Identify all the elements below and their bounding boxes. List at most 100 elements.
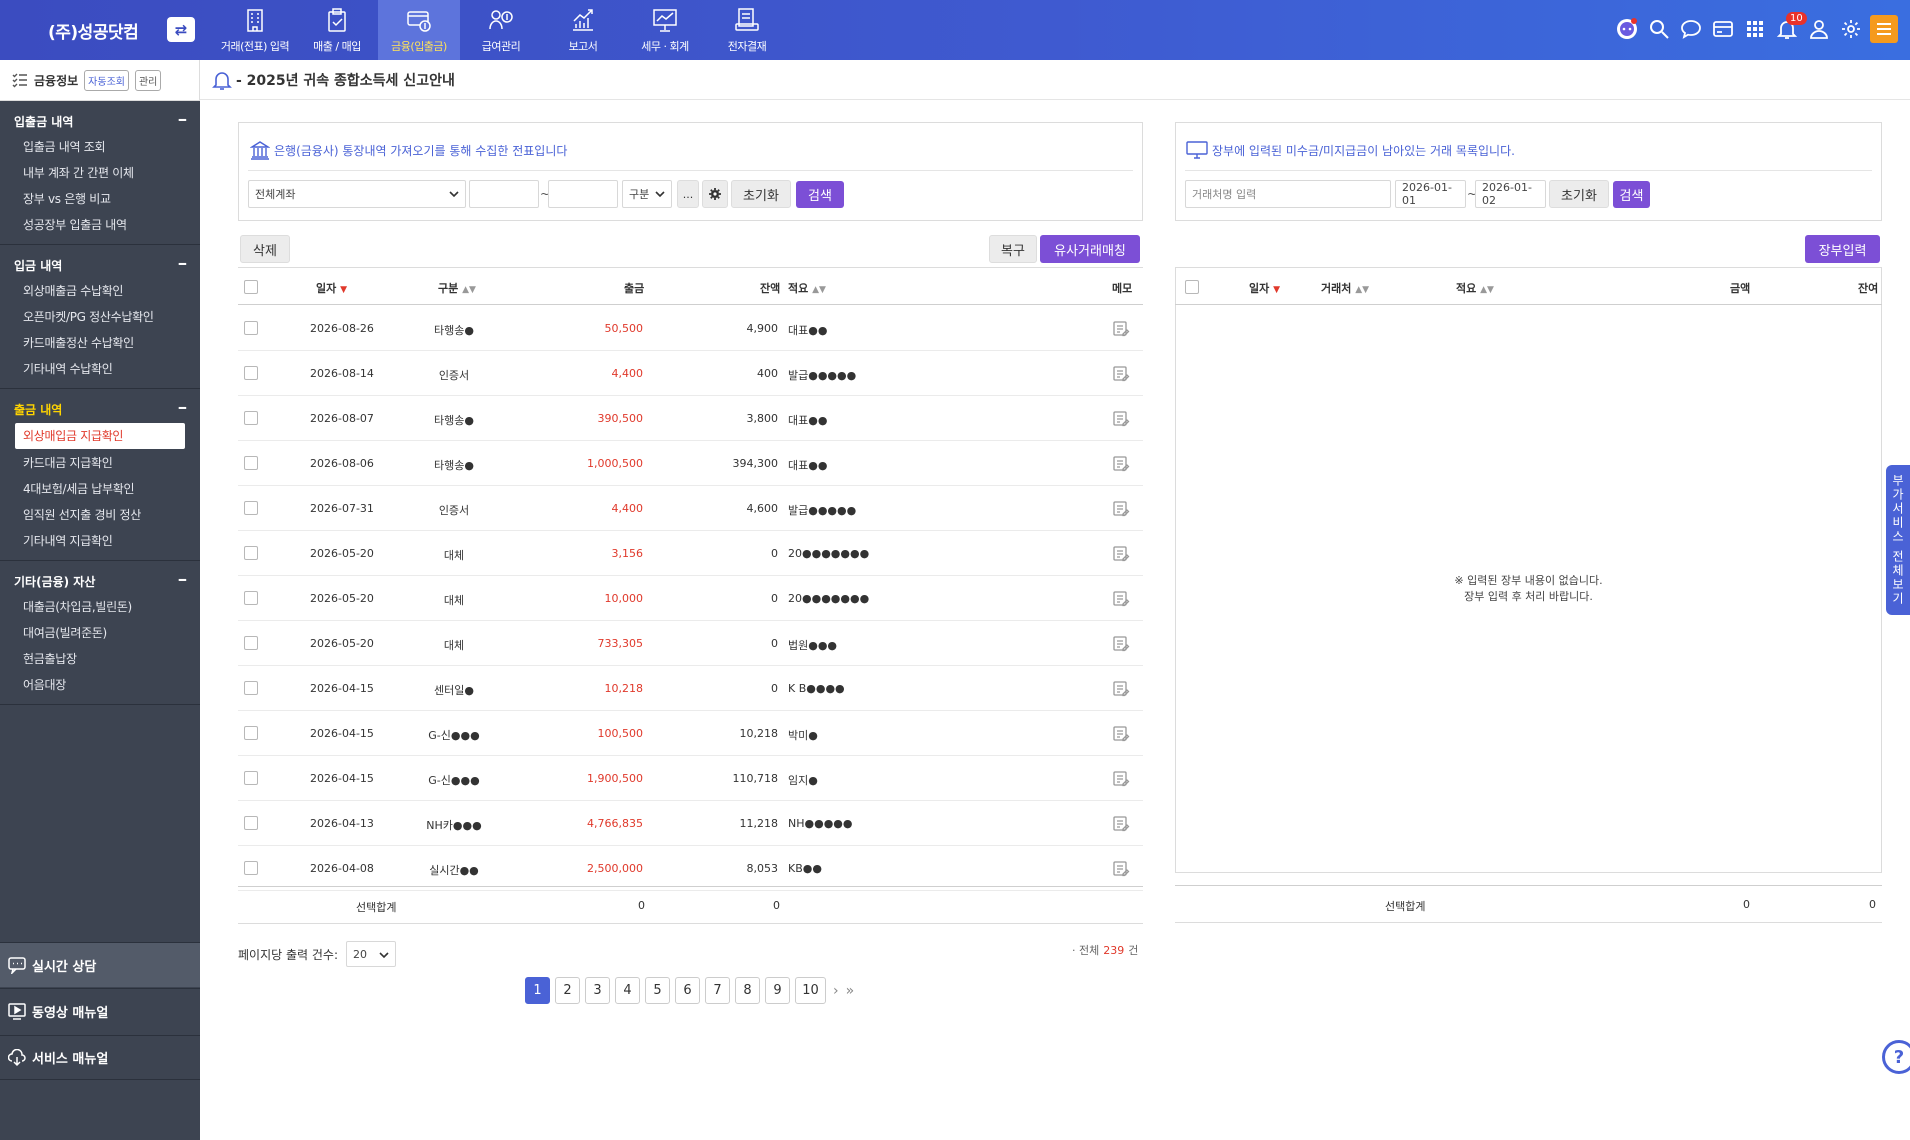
date-from-input[interactable]: 2026-01-01 [1395, 180, 1466, 208]
memo-icon[interactable] [1112, 770, 1130, 788]
sidebar-item[interactable]: 대출금(차입금,빌린돈) [0, 594, 200, 620]
page-7[interactable]: 7 [705, 977, 730, 1004]
memo-icon[interactable] [1112, 860, 1130, 878]
restore-button[interactable]: 복구 [989, 235, 1037, 263]
row-checkbox[interactable] [244, 321, 258, 335]
company-name[interactable]: (주)성공닷컴 [48, 18, 139, 43]
settings-button[interactable] [702, 180, 728, 208]
page-3[interactable]: 3 [585, 977, 610, 1004]
sidebar-item[interactable]: 카드대금 지급확인 [0, 450, 200, 476]
table-row[interactable]: 2026-04-15 G-신●●● 100,500 10,218 박미● [238, 711, 1143, 756]
similar-match-button[interactable]: 유사거래매칭 [1040, 235, 1140, 263]
right-select-all-checkbox[interactable] [1185, 280, 1199, 294]
nav-finance[interactable]: 금융(입출금) [378, 0, 460, 60]
service-manual-button[interactable]: 서비스 매뉴얼 [0, 1035, 200, 1080]
reset-button[interactable]: 초기화 [731, 180, 791, 208]
bell-icon[interactable]: 10 [1774, 12, 1807, 44]
sidebar-group-title[interactable]: 출금 내역 ━ [0, 397, 200, 422]
nav-sales-purchase[interactable]: 매출 / 매입 [296, 0, 378, 60]
col-client[interactable]: 거래처 ▲▼ [1321, 280, 1369, 296]
right-reset-button[interactable]: 초기화 [1549, 180, 1609, 208]
video-manual-button[interactable]: 동영상 매뉴얼 [0, 988, 200, 1033]
sidebar-item-active[interactable]: 외상매입금 지급확인 [15, 423, 185, 449]
nav-report[interactable]: 보고서 [542, 0, 624, 60]
last-page-icon[interactable]: » [846, 983, 855, 999]
row-checkbox[interactable] [244, 771, 258, 785]
per-page-select[interactable]: 20 [346, 941, 396, 967]
col-desc[interactable]: 적요 ▲▼ [788, 280, 826, 296]
sidebar-item[interactable]: 오픈마켓/PG 정산수납확인 [0, 304, 200, 330]
account-select[interactable]: 전체계좌 [248, 180, 466, 208]
user-icon[interactable] [1806, 14, 1832, 44]
page-1[interactable]: 1 [525, 977, 550, 1004]
memo-icon[interactable] [1112, 365, 1130, 383]
live-chat-button[interactable]: 실시간 상담 [0, 942, 200, 987]
sidebar-item[interactable]: 외상매출금 수납확인 [0, 278, 200, 304]
memo-icon[interactable] [1112, 725, 1130, 743]
table-row[interactable]: 2026-04-15 G-신●●● 1,900,500 110,718 임지● [238, 756, 1143, 801]
client-search-input[interactable]: 거래처명 입력 [1185, 180, 1391, 208]
table-row[interactable]: 2026-05-20 대체 3,156 0 20●●●●●●● [238, 531, 1143, 576]
row-checkbox[interactable] [244, 366, 258, 380]
col-date[interactable]: 일자 ▼ [316, 280, 347, 296]
search-icon[interactable] [1646, 14, 1672, 44]
col-date[interactable]: 일자 ▼ [1249, 280, 1280, 296]
sidebar-item[interactable]: 어음대장 [0, 672, 200, 698]
amount-from-input[interactable] [469, 180, 539, 208]
row-checkbox[interactable] [244, 411, 258, 425]
page-10[interactable]: 10 [795, 977, 826, 1004]
sidebar-item[interactable]: 기타내역 수납확인 [0, 356, 200, 382]
sidebar-item[interactable]: 내부 계좌 간 간편 이체 [0, 160, 200, 186]
table-row[interactable]: 2026-08-14 인증서 4,400 400 발급●●●●● [238, 351, 1143, 396]
memo-icon[interactable] [1112, 500, 1130, 518]
nav-transaction[interactable]: 거래(전표) 입력 [214, 0, 296, 60]
table-row[interactable]: 2026-08-06 타행송● 1,000,500 394,300 대표●● [238, 441, 1143, 486]
table-row[interactable]: 2026-08-07 타행송● 390,500 3,800 대표●● [238, 396, 1143, 441]
select-all-checkbox[interactable] [244, 280, 258, 294]
type-select[interactable]: 구분 [622, 180, 672, 208]
table-row[interactable]: 2026-08-26 타행송● 50,500 4,900 대표●● [238, 306, 1143, 351]
help-icon[interactable]: ? [1882, 1040, 1910, 1074]
table-row[interactable]: 2026-05-20 대체 10,000 0 20●●●●●●● [238, 576, 1143, 621]
manage-button[interactable]: 관리 [134, 69, 162, 91]
gear-icon[interactable] [1838, 14, 1864, 44]
auto-query-button[interactable]: 자동조회 [84, 69, 129, 91]
row-checkbox[interactable] [244, 681, 258, 695]
nav-tax-accounting[interactable]: 세무 · 회계 [624, 0, 706, 60]
row-checkbox[interactable] [244, 591, 258, 605]
notice-bar[interactable]: - 2025년 귀속 종합소득세 신고안내 [200, 60, 1910, 100]
sidebar-item[interactable]: 입출금 내역 조회 [0, 134, 200, 160]
memo-icon[interactable] [1112, 590, 1130, 608]
row-checkbox[interactable] [244, 456, 258, 470]
memo-icon[interactable] [1112, 410, 1130, 428]
page-4[interactable]: 4 [615, 977, 640, 1004]
sidebar-item[interactable]: 기타내역 지급확인 [0, 528, 200, 554]
apps-grid-icon[interactable] [1742, 14, 1768, 44]
table-row[interactable]: 2026-04-13 NH카●●● 4,766,835 11,218 NH●●●●● [238, 801, 1143, 846]
row-checkbox[interactable] [244, 726, 258, 740]
page-5[interactable]: 5 [645, 977, 670, 1004]
date-to-input[interactable]: 2026-01-02 [1475, 180, 1546, 208]
sidebar-item[interactable]: 카드매출정산 수납확인 [0, 330, 200, 356]
hamburger-menu-icon[interactable] [1870, 15, 1898, 43]
memo-icon[interactable] [1112, 635, 1130, 653]
memo-icon[interactable] [1112, 680, 1130, 698]
row-checkbox[interactable] [244, 636, 258, 650]
switch-company-button[interactable]: ⇄ [167, 17, 195, 42]
search-button[interactable]: 검색 [796, 181, 844, 208]
sidebar-item[interactable]: 임직원 선지출 경비 정산 [0, 502, 200, 528]
memo-icon[interactable] [1112, 545, 1130, 563]
page-2[interactable]: 2 [555, 977, 580, 1004]
card-icon[interactable] [1710, 14, 1736, 44]
nav-approval[interactable]: 전자결재 [706, 0, 788, 60]
sidebar-item[interactable]: 성공장부 입출금 내역 [0, 212, 200, 238]
sidebar-item[interactable]: 장부 vs 은행 비교 [0, 186, 200, 212]
sidebar-item[interactable]: 현금출납장 [0, 646, 200, 672]
more-button[interactable]: ... [677, 180, 699, 208]
table-row[interactable]: 2026-05-20 대체 733,305 0 법원●●● [238, 621, 1143, 666]
row-checkbox[interactable] [244, 546, 258, 560]
col-desc[interactable]: 적요 ▲▼ [1456, 280, 1494, 296]
table-row[interactable]: 2026-04-08 실시간●● 2,500,000 8,053 KB●● [238, 846, 1143, 891]
chatbot-icon[interactable] [1614, 14, 1640, 44]
row-checkbox[interactable] [244, 861, 258, 875]
